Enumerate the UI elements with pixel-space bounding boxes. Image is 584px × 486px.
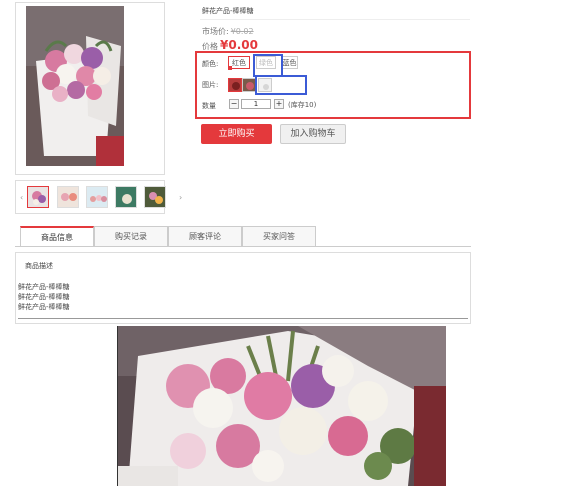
tab-customer-reviews[interactable]: 顾客评论 — [168, 226, 242, 247]
chevron-left-icon[interactable]: ‹ — [20, 193, 23, 202]
tab-underline — [15, 246, 471, 247]
add-to-cart-button[interactable]: 加入购物车 — [280, 124, 346, 144]
price-label: 价格 — [202, 42, 218, 51]
divider — [18, 318, 468, 319]
quantity-input[interactable]: 1 — [241, 99, 271, 109]
color-option-blue[interactable]: 蓝色 — [281, 56, 298, 69]
image-option[interactable] — [228, 78, 242, 92]
description-image — [118, 326, 446, 486]
main-product-image — [26, 6, 124, 166]
tab-purchase-records[interactable]: 购买记录 — [94, 226, 168, 247]
description-heading: 商品描述 — [25, 262, 53, 270]
color-label: 颜色: — [202, 60, 219, 68]
quantity-label: 数量 — [202, 102, 216, 110]
market-price-label: 市场价: — [202, 27, 229, 36]
market-price-row: 市场价: ¥0.02 — [202, 26, 254, 37]
tab-buyer-qa[interactable]: 买家问答 — [242, 226, 316, 247]
quantity-decrease-button[interactable]: − — [229, 99, 239, 109]
description-panel — [15, 252, 471, 324]
thumbnail[interactable] — [115, 186, 137, 208]
chevron-right-icon[interactable]: › — [179, 193, 182, 202]
description-line: 鲜花产品-棒棒糖 — [18, 283, 70, 291]
selected-mark — [228, 66, 232, 70]
description-line: 鲜花产品-棒棒糖 — [18, 293, 70, 301]
buy-now-button[interactable]: 立即购买 — [201, 124, 272, 144]
description-line: 鲜花产品-棒棒糖 — [18, 303, 70, 311]
thumbnail[interactable] — [57, 186, 79, 208]
image-option[interactable] — [242, 78, 256, 92]
quantity-increase-button[interactable]: + — [274, 99, 284, 109]
highlight-box — [253, 54, 283, 77]
thumbnail[interactable] — [86, 186, 108, 208]
price-value: ¥0.00 — [220, 38, 258, 52]
divider — [200, 19, 470, 20]
market-price: ¥0.02 — [230, 27, 254, 36]
thumbnail[interactable] — [27, 186, 49, 208]
thumbnail[interactable] — [144, 186, 166, 208]
tab-product-info[interactable]: 商品信息 — [20, 226, 94, 247]
image-label: 图片: — [202, 81, 219, 89]
product-title: 鲜花产品-棒棒糖 — [202, 7, 254, 15]
price-row: 价格 ¥0.00 — [202, 38, 258, 52]
highlight-box — [255, 75, 307, 95]
stock-text: (库存10) — [288, 101, 317, 109]
thumbnail-strip: ‹ › — [15, 180, 182, 214]
